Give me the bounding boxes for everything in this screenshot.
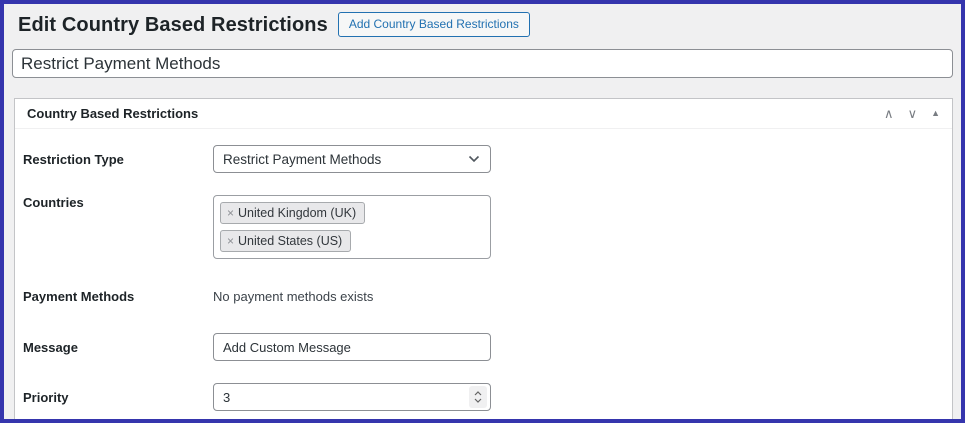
countries-multiselect[interactable]: × United Kingdom (UK) × United States (U… — [213, 195, 491, 260]
stepper-up-icon — [474, 391, 482, 396]
remove-tag-icon[interactable]: × — [227, 206, 234, 220]
country-tag-label: United States (US) — [238, 234, 343, 249]
page-title: Edit Country Based Restrictions — [18, 13, 328, 36]
priority-row: Priority — [23, 383, 940, 412]
payment-methods-status: No payment methods exists — [213, 289, 374, 305]
country-tag-label: United Kingdom (UK) — [238, 206, 357, 221]
restriction-type-label: Restriction Type — [23, 151, 124, 167]
message-row: Message — [23, 333, 940, 362]
restriction-type-row: Restriction Type Restrict Payment Method… — [23, 145, 940, 174]
metabox-handles: ∧ ∨ ▲ — [884, 107, 940, 120]
priority-label: Priority — [23, 389, 69, 405]
chevron-down-icon — [468, 155, 480, 163]
countries-row: Countries × United Kingdom (UK) × United… — [23, 195, 940, 260]
country-tag: × United States (US) — [220, 230, 352, 253]
stepper-down-icon — [474, 398, 482, 404]
restriction-type-select[interactable]: Restrict Payment Methods — [213, 145, 491, 174]
add-country-based-restrictions-button[interactable]: Add Country Based Restrictions — [337, 12, 530, 38]
metabox-body: Restriction Type Restrict Payment Method… — [15, 129, 952, 419]
toggle-panel-icon[interactable]: ▲ — [931, 109, 940, 118]
payment-methods-label: Payment Methods — [23, 289, 135, 305]
restriction-type-selected-value: Restrict Payment Methods — [223, 151, 382, 167]
post-title-input[interactable] — [12, 49, 953, 79]
page-header: Edit Country Based Restrictions Add Coun… — [4, 4, 961, 38]
remove-tag-icon[interactable]: × — [227, 234, 234, 248]
move-up-icon[interactable]: ∧ — [884, 107, 894, 120]
countries-label: Countries — [23, 195, 84, 211]
message-input[interactable] — [213, 333, 491, 362]
country-tag: × United Kingdom (UK) — [220, 202, 366, 225]
payment-methods-row: Payment Methods No payment methods exist… — [23, 289, 940, 305]
move-down-icon[interactable]: ∨ — [908, 107, 918, 120]
admin-page: Edit Country Based Restrictions Add Coun… — [0, 0, 965, 423]
metabox-header: Country Based Restrictions ∧ ∨ ▲ — [15, 99, 952, 130]
priority-input[interactable] — [213, 383, 491, 412]
number-stepper[interactable] — [469, 386, 487, 409]
country-based-restrictions-metabox: Country Based Restrictions ∧ ∨ ▲ Restric… — [14, 98, 953, 419]
priority-number-field — [213, 383, 491, 412]
metabox-title: Country Based Restrictions — [27, 106, 199, 122]
message-label: Message — [23, 339, 78, 355]
